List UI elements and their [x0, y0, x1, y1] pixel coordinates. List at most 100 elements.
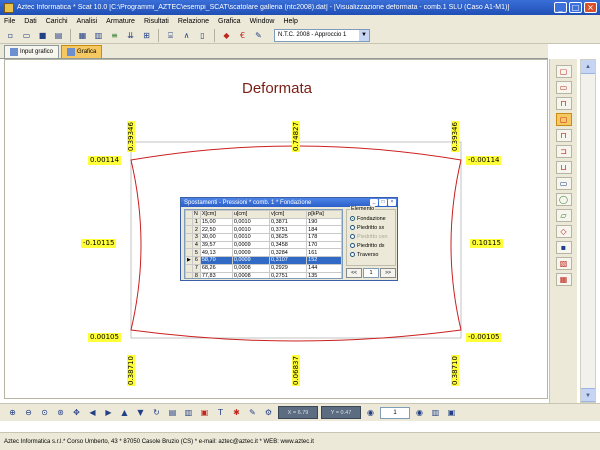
analysis-icon[interactable]: ⊞ — [140, 29, 153, 42]
tab-grafica[interactable]: Grafica — [61, 45, 103, 58]
element-radio[interactable]: Piedritto sx — [347, 223, 395, 232]
element-radio[interactable]: Fondazione — [347, 214, 395, 223]
displacements-dialog[interactable]: Spostamenti - Pressioni * comb. 1 * Fond… — [180, 197, 398, 281]
results-icon[interactable]: ⌸ — [164, 29, 177, 42]
deformed-view-icon[interactable]: ▢ — [555, 113, 572, 126]
table-row[interactable]: 7 68,26 0,0008 0,2929 144 — [185, 263, 342, 273]
normativa-select[interactable]: N.T.C. 2008 - Approccio 1 ▼ — [274, 28, 370, 42]
calc-icon[interactable]: ▦ — [76, 29, 89, 42]
page-field[interactable]: 1 — [380, 406, 410, 419]
menu-armature[interactable]: Armature — [106, 18, 135, 25]
column-header[interactable]: p[kPa] — [306, 210, 342, 219]
color-icon[interactable]: ✱ — [230, 406, 243, 419]
dialog-maximize-icon[interactable]: □ — [379, 199, 387, 206]
next-page-button[interactable]: >> — [380, 268, 396, 278]
sls-icon[interactable]: ▪ — [555, 241, 572, 254]
text-icon[interactable]: T — [214, 406, 227, 419]
zoom-in-icon[interactable]: ⊕ — [6, 406, 19, 419]
menu-grafica[interactable]: Grafica — [218, 18, 241, 25]
menu-file[interactable]: File — [4, 18, 15, 25]
table-row[interactable]: ▶ 6 58,70 0,0009 0,3107 152 — [185, 256, 342, 265]
arrow-right-icon[interactable]: ▶ — [102, 406, 115, 419]
arrow-down-icon[interactable]: ▼ — [134, 406, 147, 419]
axial-icon[interactable]: ⊔ — [555, 161, 572, 174]
column-header[interactable]: u[cm] — [231, 210, 270, 219]
scroll-down-icon[interactable]: ▼ — [581, 388, 595, 402]
radio-button[interactable] — [350, 216, 355, 221]
stress-icon[interactable]: ▱ — [555, 209, 572, 222]
zoom-window-icon[interactable]: ⊙ — [38, 406, 51, 419]
rotate-icon[interactable]: ↻ — [150, 406, 163, 419]
crack-icon[interactable]: ◇ — [555, 225, 572, 238]
foundation-icon[interactable]: ▭ — [555, 81, 572, 94]
tab-input-grafico[interactable]: Input grafico — [4, 45, 60, 58]
open-folder-icon[interactable]: ▭ — [20, 29, 33, 42]
radio-button[interactable] — [350, 252, 355, 257]
menu-carichi[interactable]: Carichi — [46, 18, 68, 25]
section-icon[interactable]: ≡ — [108, 29, 121, 42]
menu-analisi[interactable]: Analisi — [77, 18, 98, 25]
table-row[interactable]: 8 77,83 0,0008 0,2751 135 — [185, 271, 342, 278]
close-button[interactable]: × — [584, 2, 597, 13]
menu-risultati[interactable]: Risultati — [144, 18, 169, 25]
moment-icon[interactable]: ⊓ — [555, 129, 572, 142]
scroll-up-icon[interactable]: ▲ — [581, 60, 595, 74]
element-group: Elemento Fondazione Piedritto sx Piedritto… — [346, 206, 396, 266]
shear-icon[interactable]: ⊐ — [555, 145, 572, 158]
loads-icon[interactable]: ⇊ — [124, 29, 137, 42]
column-header[interactable]: X[cm] — [199, 210, 233, 219]
geometry-icon[interactable]: ▥ — [92, 29, 105, 42]
menu-dati[interactable]: Dati — [24, 18, 36, 25]
pan-icon[interactable]: ✥ — [70, 406, 83, 419]
table-row[interactable]: 5 49,13 0,0009 0,3284 161 — [185, 248, 342, 258]
brush-icon[interactable]: ✎ — [246, 406, 259, 419]
material-icon[interactable]: ◆ — [220, 29, 233, 42]
palette-icon[interactable]: ▣ — [445, 406, 458, 419]
copy-icon[interactable]: ▤ — [166, 406, 179, 419]
menu-help[interactable]: Help — [283, 18, 297, 25]
arrow-left-icon[interactable]: ◀ — [86, 406, 99, 419]
new-file-icon[interactable]: ▫ — [4, 29, 17, 42]
table-row[interactable]: 3 30,00 0,0010 0,3625 178 — [185, 233, 342, 242]
pressure-icon[interactable]: ▭ — [555, 177, 572, 190]
zoom-all-icon[interactable]: ⊛ — [54, 406, 67, 419]
table-row[interactable]: 4 39,57 0,0009 0,3458 170 — [185, 240, 342, 250]
zoom-out-icon[interactable]: ⊖ — [22, 406, 35, 419]
load-view-icon[interactable]: ⊓ — [555, 97, 572, 110]
euro-icon[interactable]: € — [236, 29, 249, 42]
element-radio[interactable]: Piedritto dx — [347, 241, 395, 250]
element-radio[interactable]: Traverso — [347, 250, 395, 259]
table-row[interactable]: 2 22,50 0,0010 0,3751 184 — [185, 225, 342, 235]
page-number[interactable]: 1 — [363, 268, 379, 278]
envelope-icon[interactable]: ▧ — [555, 257, 572, 270]
report-icon[interactable]: ▯ — [196, 29, 209, 42]
page-icon[interactable]: ◉ — [413, 406, 426, 419]
diagram-icon[interactable]: ∧ — [180, 29, 193, 42]
save-icon[interactable]: ■ — [36, 29, 49, 42]
dialog-minimize-icon[interactable]: _ — [370, 199, 378, 206]
frame-view-icon[interactable]: ▢ — [555, 65, 572, 78]
radio-button[interactable] — [350, 243, 355, 248]
vertical-scrollbar[interactable]: ▲ ▼ — [580, 59, 596, 403]
clipboard-icon[interactable]: ▥ — [182, 406, 195, 419]
dialog-close-icon[interactable]: × — [388, 199, 396, 206]
column-header[interactable]: v[cm] — [268, 210, 308, 219]
prev-page-button[interactable]: << — [346, 268, 362, 278]
displacements-table[interactable]: N X[cm] u[cm] v[cm] p[kPa] 1 15,00 0,0010 0… — [184, 209, 343, 279]
settings-icon[interactable]: ⚙ — [262, 406, 275, 419]
menu-relazione[interactable]: Relazione — [178, 18, 209, 25]
verify-icon[interactable]: ▦ — [555, 273, 572, 286]
minimize-button[interactable]: _ — [554, 2, 567, 13]
reinforcement-icon[interactable]: ◯ — [555, 193, 572, 206]
column-header[interactable]: N — [191, 210, 201, 219]
radio-button[interactable] — [350, 225, 355, 230]
pen-icon[interactable]: ✎ — [252, 29, 265, 42]
menu-window[interactable]: Window — [250, 18, 275, 25]
export-icon[interactable]: ▣ — [198, 406, 211, 419]
refresh-icon[interactable]: ◉ — [364, 406, 377, 419]
print-icon[interactable]: ▤ — [52, 29, 65, 42]
arrow-up-icon[interactable]: ▲ — [118, 406, 131, 419]
table-row[interactable]: 1 15,00 0,0010 0,3871 190 — [185, 217, 342, 227]
legend-icon[interactable]: ▥ — [429, 406, 442, 419]
maximize-button[interactable]: □ — [569, 2, 582, 13]
